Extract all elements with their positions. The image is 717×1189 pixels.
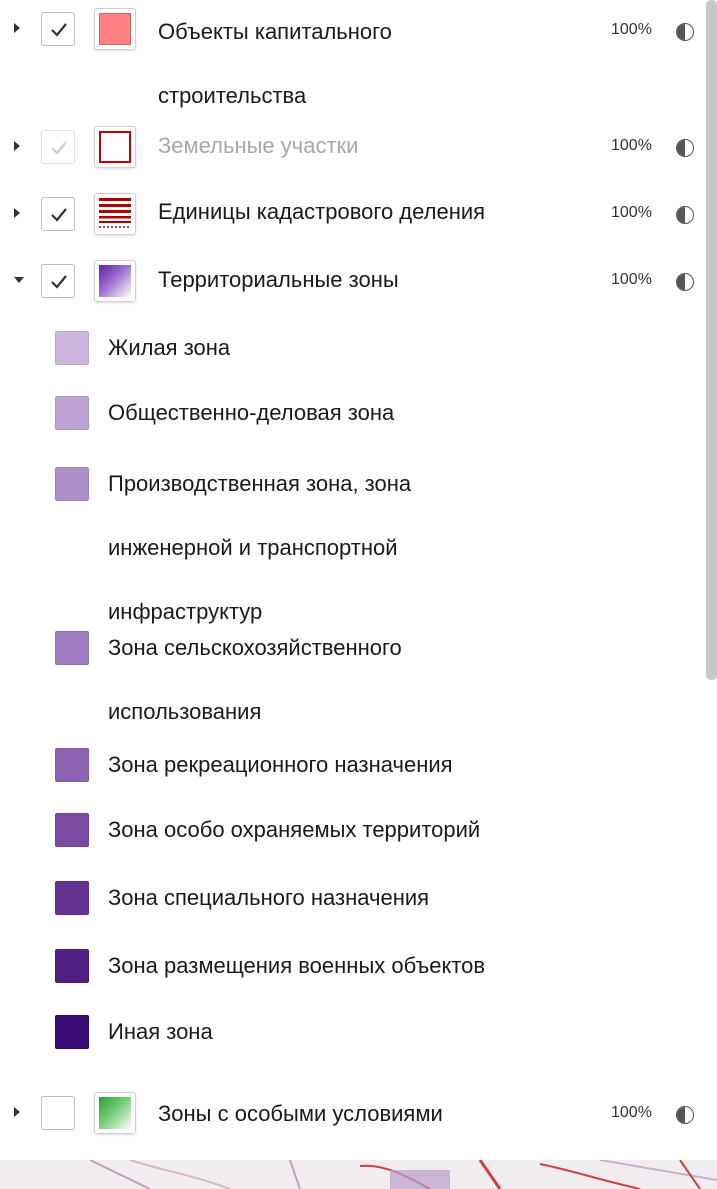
legend-label: Зона размещения военных объектов bbox=[108, 953, 486, 978]
caret-right-icon[interactable] bbox=[14, 23, 20, 33]
legend-label: Зона рекреационного назначения bbox=[108, 752, 453, 777]
layer-title: Объекты капитального строительства bbox=[158, 19, 392, 108]
layer-opacity-value: 100% bbox=[611, 271, 652, 288]
legend-swatch bbox=[55, 467, 89, 501]
opacity-icon[interactable] bbox=[676, 23, 694, 41]
legend-label: Зона сельскохозяйственного использования bbox=[108, 635, 402, 724]
legend-swatch bbox=[55, 949, 89, 983]
legend-swatch bbox=[55, 631, 89, 665]
layer-title: Территориальные зоны bbox=[158, 267, 399, 292]
layer-checkbox-land-plots[interactable] bbox=[41, 130, 75, 164]
layer-title: Земельные участки bbox=[158, 133, 359, 158]
legend-swatch bbox=[55, 813, 89, 847]
caret-right-icon[interactable] bbox=[14, 1107, 20, 1117]
legend-swatch bbox=[55, 1015, 89, 1049]
caret-right-icon[interactable] bbox=[14, 208, 20, 218]
opacity-icon[interactable] bbox=[676, 139, 694, 157]
opacity-icon[interactable] bbox=[676, 1106, 694, 1124]
layer-swatch-land-plots bbox=[94, 126, 136, 168]
legend-swatch bbox=[55, 396, 89, 430]
opacity-icon[interactable] bbox=[676, 273, 694, 291]
legend-label: Жилая зона bbox=[108, 335, 231, 360]
checkmark-icon bbox=[51, 275, 67, 289]
legend-label: Зона специального назначения bbox=[108, 885, 430, 910]
layer-title: Зоны с особыми условиями использования т… bbox=[158, 1101, 443, 1126]
legend-swatch bbox=[55, 748, 89, 782]
scrollbar-thumb[interactable] bbox=[706, 0, 717, 680]
layers-panel: Объекты капитального строительства 100% … bbox=[0, 0, 705, 1160]
map-background bbox=[0, 1160, 717, 1189]
checkmark-icon bbox=[51, 141, 67, 155]
layer-swatch-cadastral-units bbox=[94, 193, 136, 235]
layer-opacity-value: 100% bbox=[611, 204, 652, 221]
layer-checkbox-capital-construction[interactable] bbox=[41, 12, 75, 46]
layer-swatch-special-conditions-zones bbox=[94, 1092, 136, 1134]
layer-title: Единицы кадастрового деления bbox=[158, 199, 486, 224]
layer-swatch-capital-construction bbox=[94, 8, 136, 50]
layer-opacity-value: 100% bbox=[611, 21, 652, 38]
legend-label: Общественно-деловая зона bbox=[108, 400, 395, 425]
layer-opacity-value: 100% bbox=[611, 1104, 652, 1121]
caret-right-icon[interactable] bbox=[14, 141, 20, 151]
legend-label: Иная зона bbox=[108, 1019, 213, 1044]
legend-swatch bbox=[55, 331, 89, 365]
layer-checkbox-special-conditions-zones[interactable] bbox=[41, 1096, 75, 1130]
layer-opacity-value: 100% bbox=[611, 137, 652, 154]
checkmark-icon bbox=[51, 23, 67, 37]
legend-label: Зона особо охраняемых территорий bbox=[108, 817, 481, 842]
legend-swatch bbox=[55, 881, 89, 915]
opacity-icon[interactable] bbox=[676, 206, 694, 224]
layer-checkbox-cadastral-units[interactable] bbox=[41, 197, 75, 231]
checkmark-icon bbox=[51, 208, 67, 222]
layer-checkbox-territorial-zones[interactable] bbox=[41, 264, 75, 298]
layer-swatch-territorial-zones bbox=[94, 260, 136, 302]
caret-down-icon[interactable] bbox=[14, 277, 24, 283]
